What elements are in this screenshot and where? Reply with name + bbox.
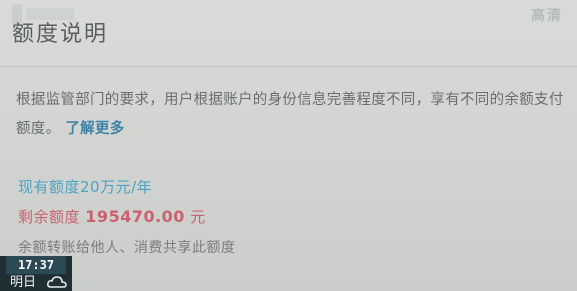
clock-time: 17:37 xyxy=(6,256,66,274)
remaining-unit: 元 xyxy=(190,208,206,226)
learn-more-link[interactable]: 了解更多 xyxy=(65,121,124,137)
quota-note: 余额转账给他人、消费共享此额度 xyxy=(18,240,236,256)
divider xyxy=(0,66,577,67)
weather-day: 明日 xyxy=(10,275,37,290)
hd-watermark: 高清 xyxy=(531,8,563,24)
remaining-label: 剩余额度 xyxy=(18,208,81,226)
current-limit: 现有额度20万元/年 xyxy=(18,178,153,196)
quota-info-panel: 高清 额度说明 根据监管部门的要求，用户根据账户的身份信息完善程度不同，享有不同… xyxy=(0,0,577,291)
cloud-icon xyxy=(46,274,68,290)
description-text: 根据监管部门的要求，用户根据账户的身份信息完善程度不同，享有不同的余额支付额度。… xyxy=(16,86,564,144)
remaining-amount: 195470.00 xyxy=(85,207,185,226)
tv-clock-overlay: 17:37 明日 xyxy=(0,256,72,291)
remaining-quota: 剩余额度 195470.00 元 xyxy=(18,206,206,227)
page-title: 额度说明 xyxy=(12,22,109,47)
